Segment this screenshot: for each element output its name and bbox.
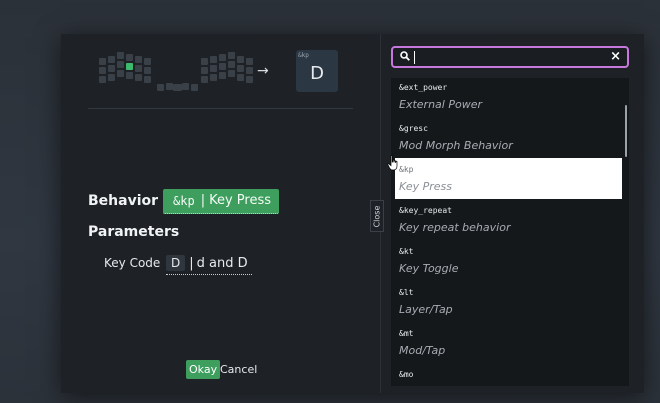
close-tab-label: Close bbox=[372, 205, 382, 227]
divider bbox=[88, 108, 353, 109]
text-caret bbox=[414, 51, 415, 64]
behavior-list[interactable]: &ext_power External Power &gresc Mod Morph … bbox=[391, 78, 629, 386]
behavior-select[interactable]: &kp | Key Press bbox=[163, 189, 279, 214]
key[interactable] bbox=[228, 61, 235, 68]
key[interactable] bbox=[173, 84, 180, 91]
cancel-button[interactable]: Cancel bbox=[220, 362, 257, 377]
behavior-item-code: &ext_power bbox=[399, 83, 448, 92]
key[interactable] bbox=[237, 65, 244, 72]
key[interactable] bbox=[237, 56, 244, 63]
key[interactable] bbox=[246, 67, 253, 74]
binding-preview: &kp D bbox=[296, 50, 338, 92]
behavior-item-name: Key Toggle bbox=[399, 262, 459, 275]
key[interactable] bbox=[99, 67, 106, 74]
key[interactable] bbox=[144, 76, 151, 83]
key[interactable] bbox=[201, 76, 208, 83]
behavior-item-name: Key Press bbox=[399, 180, 452, 193]
key[interactable] bbox=[166, 83, 173, 90]
key[interactable] bbox=[99, 76, 106, 83]
behavior-name: Key Press bbox=[209, 193, 271, 208]
key[interactable] bbox=[201, 67, 208, 74]
key[interactable] bbox=[219, 63, 226, 70]
key[interactable] bbox=[117, 61, 124, 68]
close-tab[interactable]: Close bbox=[370, 200, 384, 232]
scrollbar-thumb[interactable] bbox=[625, 105, 627, 157]
key[interactable] bbox=[99, 58, 106, 65]
key[interactable] bbox=[219, 72, 226, 79]
behavior-list-item[interactable]: &mt Mod/Tap bbox=[395, 322, 622, 363]
behavior-list-item[interactable]: &key_repeat Key repeat behavior bbox=[395, 199, 622, 240]
behavior-item-name: Mod/Tap bbox=[399, 344, 446, 357]
behavior-item-name: Layer/Tap bbox=[399, 303, 453, 316]
clear-icon[interactable]: × bbox=[610, 49, 621, 65]
key[interactable] bbox=[108, 74, 115, 81]
key[interactable] bbox=[117, 52, 124, 59]
key[interactable] bbox=[108, 65, 115, 72]
key[interactable] bbox=[210, 56, 217, 63]
keycode-select[interactable]: D | d and D bbox=[166, 252, 252, 275]
preview-param: D bbox=[310, 63, 324, 84]
behavior-item-code: &lt bbox=[399, 288, 414, 297]
behavior-item-name: External Power bbox=[399, 98, 482, 111]
key[interactable] bbox=[182, 83, 189, 90]
keycode-label: Key Code bbox=[104, 256, 161, 270]
behavior-item-name: Key repeat behavior bbox=[399, 221, 511, 234]
behavior-list-item[interactable]: &mo bbox=[395, 363, 622, 386]
key[interactable] bbox=[144, 67, 151, 74]
keycode-separator: | bbox=[189, 255, 194, 271]
behavior-list-item[interactable]: &lt Layer/Tap bbox=[395, 281, 622, 322]
behavior-list-item[interactable]: &kp Key Press bbox=[395, 158, 622, 199]
behavior-list-item[interactable]: &kt Key Toggle bbox=[395, 240, 622, 281]
keycode-chip: D bbox=[166, 255, 186, 271]
key[interactable] bbox=[135, 56, 142, 63]
okay-button[interactable]: Okay bbox=[186, 360, 221, 379]
key[interactable] bbox=[228, 70, 235, 77]
preview-behavior-code: &kp bbox=[298, 52, 309, 59]
parameters-label: Parameters bbox=[88, 224, 180, 240]
arrow-right-icon: → bbox=[257, 63, 269, 79]
behavior-list-item[interactable]: &ext_power External Power bbox=[395, 78, 622, 117]
behavior-list-item[interactable]: &gresc Mod Morph Behavior bbox=[395, 117, 622, 158]
key[interactable] bbox=[135, 74, 142, 81]
key[interactable] bbox=[246, 58, 253, 65]
behavior-editor-dialog: → &kp D Behavior &kp | Key Press Paramet… bbox=[61, 34, 644, 393]
behavior-item-code: &mt bbox=[399, 329, 414, 338]
key[interactable] bbox=[191, 84, 198, 91]
key[interactable] bbox=[201, 58, 208, 65]
key[interactable] bbox=[108, 56, 115, 63]
key[interactable] bbox=[117, 70, 124, 77]
key[interactable] bbox=[219, 54, 226, 61]
key[interactable] bbox=[157, 84, 164, 91]
behavior-separator: | bbox=[200, 193, 206, 208]
selected-key[interactable] bbox=[126, 63, 133, 70]
search-input[interactable] bbox=[415, 49, 605, 65]
key[interactable] bbox=[135, 65, 142, 72]
search-icon bbox=[400, 51, 410, 61]
key[interactable] bbox=[126, 72, 133, 79]
key[interactable] bbox=[246, 76, 253, 83]
hand-cursor-icon bbox=[387, 155, 398, 171]
key[interactable] bbox=[144, 58, 151, 65]
key[interactable] bbox=[228, 52, 235, 59]
behavior-code: &kp bbox=[173, 194, 195, 208]
behavior-item-code: &kp bbox=[399, 165, 414, 174]
editor-panel: → &kp D Behavior &kp | Key Press Paramet… bbox=[61, 34, 381, 393]
behavior-item-code: &mo bbox=[399, 370, 414, 379]
key[interactable] bbox=[210, 65, 217, 72]
key[interactable] bbox=[126, 54, 133, 61]
search-box[interactable]: × bbox=[391, 46, 629, 68]
behavior-item-code: &gresc bbox=[399, 124, 428, 133]
key[interactable] bbox=[210, 74, 217, 81]
keycode-description: d and D bbox=[196, 255, 248, 271]
behavior-item-name: Mod Morph Behavior bbox=[399, 139, 513, 152]
behavior-search-panel: × &ext_power External Power &gresc Mod Morp… bbox=[391, 44, 633, 386]
behavior-item-code: &kt bbox=[399, 247, 414, 256]
behavior-item-code: &key_repeat bbox=[399, 206, 452, 215]
key[interactable] bbox=[237, 74, 244, 81]
behavior-label: Behavior bbox=[88, 193, 159, 209]
